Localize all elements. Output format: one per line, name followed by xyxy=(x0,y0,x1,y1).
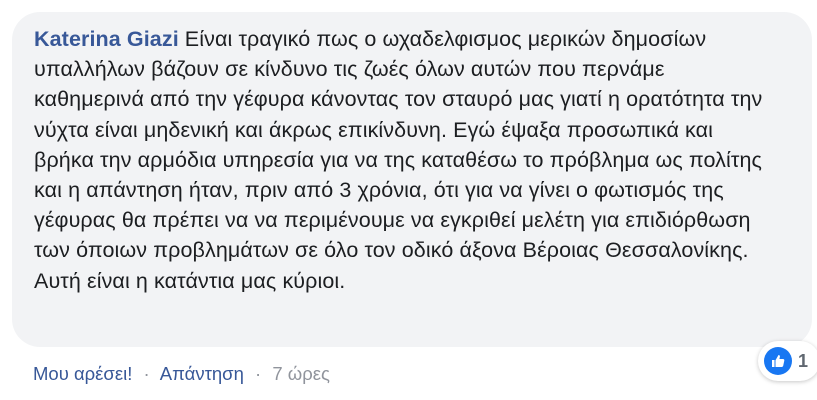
comment-actions: Μου αρέσει! · Απάντηση · 7 ώρες xyxy=(33,363,330,385)
separator: · xyxy=(255,363,262,384)
thumbs-up-icon xyxy=(764,347,792,375)
comment-author[interactable]: Katerina Giazi xyxy=(34,27,179,51)
timestamp[interactable]: 7 ώρες xyxy=(272,363,330,384)
reaction-count: 1 xyxy=(798,350,809,371)
reply-button[interactable]: Απάντηση xyxy=(160,363,244,384)
like-button[interactable]: Μου αρέσει! xyxy=(33,363,132,384)
comment-text: Katerina Giazi Είναι τραγικό πως ο ωχαδελ… xyxy=(34,24,778,296)
comment-bubble: Katerina Giazi Είναι τραγικό πως ο ωχαδελ… xyxy=(12,12,812,347)
separator: · xyxy=(143,363,150,384)
reaction-summary[interactable]: 1 xyxy=(758,341,817,381)
comment-body: Είναι τραγικό πως ο ωχαδελφισμος μερικών… xyxy=(34,27,763,293)
